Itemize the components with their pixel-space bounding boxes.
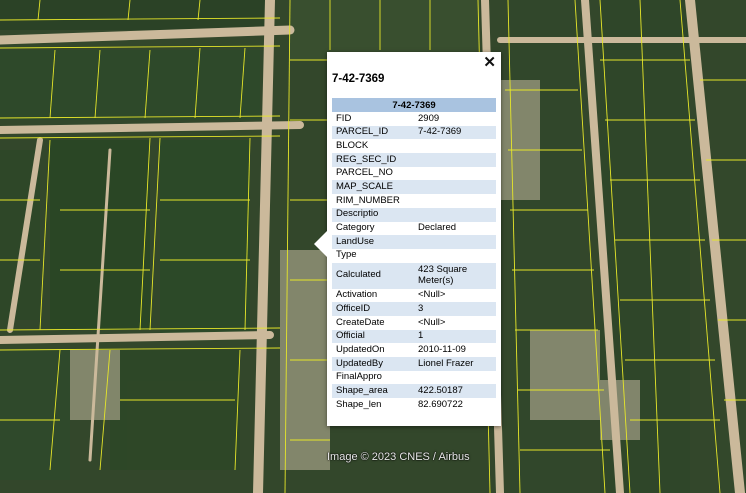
attribute-value xyxy=(414,153,496,167)
attribute-key: RIM_NUMBER xyxy=(336,194,400,206)
attribute-key: Shape_len xyxy=(336,398,382,410)
attribute-value: 3 xyxy=(414,302,496,316)
attribute-value xyxy=(414,207,496,222)
attribute-key: Activation xyxy=(336,289,378,301)
attribute-key: MAP_SCALE xyxy=(332,180,414,195)
table-row: RIM_NUMBER xyxy=(332,194,496,208)
table-row: FinalAppro xyxy=(332,371,496,385)
map-attribution: Image © 2023 CNES / Airbus xyxy=(327,451,470,463)
attribute-value: 422.50187 xyxy=(414,384,496,399)
table-row: Shape_area 422.50187 xyxy=(332,384,496,399)
attribute-value: Declared xyxy=(418,222,457,234)
attribute-value: Lionel Frazer xyxy=(414,357,496,371)
table-row: OfficeID 3 xyxy=(332,302,496,316)
attribute-value: 2010-11-09 xyxy=(418,343,466,355)
attribute-key: REG_SEC_ID xyxy=(332,153,414,167)
attribute-key: PARCEL_NO xyxy=(336,167,393,179)
attribute-value: <Null> xyxy=(418,316,446,328)
attribute-key: PARCEL_ID xyxy=(332,125,414,140)
attribute-key: LandUse xyxy=(332,235,414,249)
table-row: REG_SEC_ID xyxy=(332,153,496,167)
attribute-value xyxy=(414,194,496,208)
attribute-value xyxy=(414,139,496,153)
attribute-value: 1 xyxy=(414,329,496,344)
attribute-value xyxy=(414,249,496,263)
attribute-key: FinalAppro xyxy=(336,371,382,383)
table-row: Official 1 xyxy=(332,329,496,344)
attribute-key: Shape_area xyxy=(332,384,414,399)
attribute-value: <Null> xyxy=(418,289,446,301)
parcel-info-popup: ✕ 7-42-7369 7-42-7369 FID 2909 PARCEL_ID 7-… xyxy=(314,52,501,426)
table-row: MAP_SCALE xyxy=(332,180,496,195)
attribute-value: 7-42-7369 xyxy=(414,125,496,140)
attribute-table: 7-42-7369 FID 2909 PARCEL_ID 7-42-7369 BLOCK… xyxy=(332,98,496,412)
table-header: 7-42-7369 xyxy=(332,98,496,112)
attribute-key: CreateDate xyxy=(336,316,385,328)
table-row: Activation <Null> xyxy=(332,289,496,303)
attribute-value xyxy=(414,180,496,195)
table-row: Category Declared xyxy=(332,222,496,236)
table-row: Type xyxy=(332,249,496,263)
attribute-key: OfficeID xyxy=(332,302,414,316)
table-row: Shape_len 82.690722 xyxy=(332,398,496,412)
attribute-value: 82.690722 xyxy=(418,398,463,410)
attribute-value xyxy=(414,167,496,181)
attribute-key: Type xyxy=(336,249,357,261)
popup-pointer xyxy=(314,230,328,258)
attribute-key: UpdatedBy xyxy=(332,357,414,371)
table-row: BLOCK xyxy=(332,139,496,153)
table-row: CreateDate <Null> xyxy=(332,316,496,330)
attribute-value: 2909 xyxy=(418,112,440,124)
attribute-key: Category xyxy=(336,222,375,234)
table-row: Descriptio xyxy=(332,207,496,222)
table-row: Calculated 423 Square Meter(s) xyxy=(332,262,496,289)
popup-title: 7-42-7369 xyxy=(332,73,385,85)
close-icon[interactable]: ✕ xyxy=(483,55,496,70)
attribute-key: UpdatedOn xyxy=(336,343,385,355)
attribute-value xyxy=(414,235,496,249)
attribute-key: BLOCK xyxy=(336,139,369,151)
attribute-key: Calculated xyxy=(332,262,414,289)
attribute-value xyxy=(414,371,496,385)
table-row: FID 2909 xyxy=(332,112,496,126)
attribute-key: FID xyxy=(336,112,352,124)
table-row: LandUse xyxy=(332,235,496,249)
attribute-key: Descriptio xyxy=(332,207,414,222)
attribute-value: 423 Square Meter(s) xyxy=(414,262,496,289)
table-row: PARCEL_NO xyxy=(332,167,496,181)
table-row: PARCEL_ID 7-42-7369 xyxy=(332,125,496,140)
table-row: UpdatedOn 2010-11-09 xyxy=(332,343,496,357)
table-row: UpdatedBy Lionel Frazer xyxy=(332,357,496,371)
attribute-key: Official xyxy=(332,329,414,344)
